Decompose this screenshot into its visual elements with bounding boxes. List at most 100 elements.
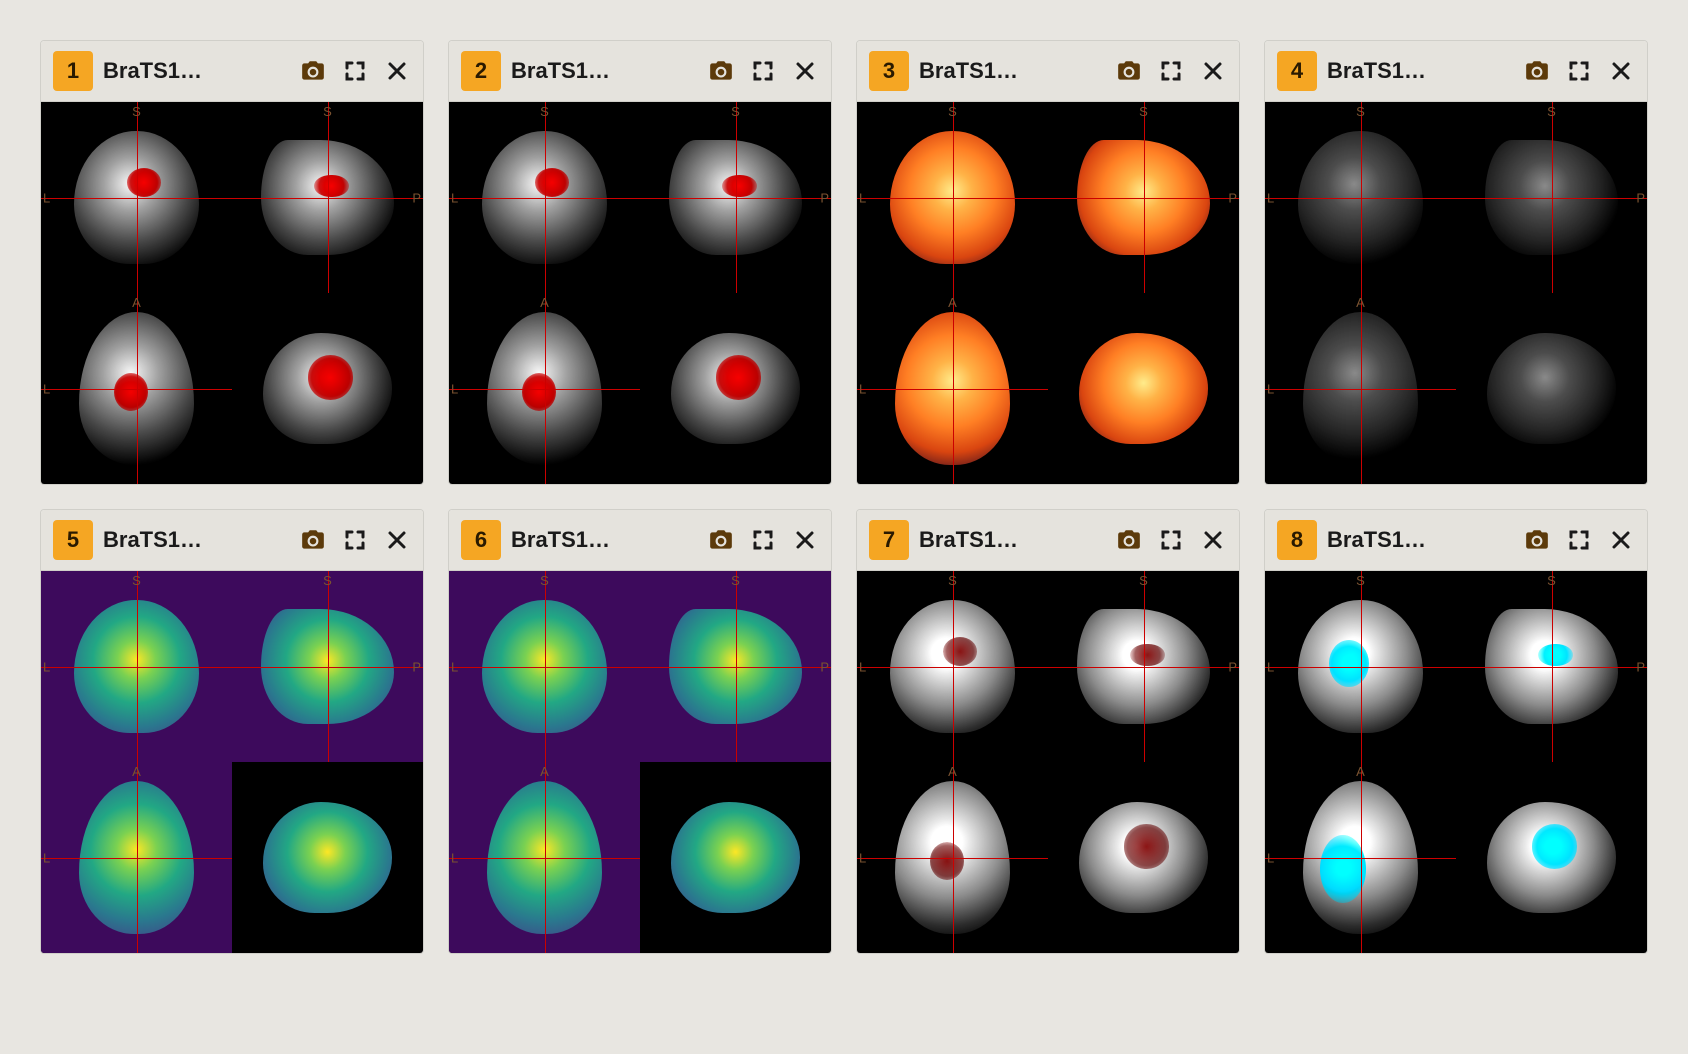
fullscreen-icon[interactable] [1157, 57, 1185, 85]
orientation-label-left: L [43, 190, 50, 205]
slice-sagittal[interactable]: SP [1456, 102, 1647, 293]
segmentation-overlay [314, 175, 349, 198]
brain-slice [487, 312, 602, 465]
panel-number-badge[interactable]: 8 [1277, 520, 1317, 560]
slice-axial[interactable]: AL [857, 293, 1048, 484]
orientation-label-left: L [859, 381, 866, 396]
camera-icon[interactable] [1523, 57, 1551, 85]
fullscreen-icon[interactable] [341, 526, 369, 554]
slice-coronal[interactable]: SL [857, 102, 1048, 293]
brain-slice [1298, 131, 1422, 265]
slice-render3d[interactable] [640, 293, 831, 484]
slice-render3d[interactable] [1456, 762, 1647, 953]
panel-actions [707, 57, 819, 85]
camera-icon[interactable] [1115, 526, 1143, 554]
brain-slice [1079, 802, 1209, 913]
slice-sagittal[interactable]: SP [1048, 102, 1239, 293]
slice-render3d[interactable] [1456, 293, 1647, 484]
panel-number-badge[interactable]: 2 [461, 51, 501, 91]
slice-coronal[interactable]: SL [1265, 571, 1456, 762]
slice-coronal[interactable]: SL [41, 571, 232, 762]
orientation-label-top: S [731, 104, 740, 119]
viewer-panel: 5BraTS1…SLSPAL [40, 509, 424, 954]
camera-icon[interactable] [707, 57, 735, 85]
close-icon[interactable] [1199, 57, 1227, 85]
slice-render3d[interactable] [232, 293, 423, 484]
orientation-label-right: P [1228, 659, 1237, 674]
slice-sagittal[interactable]: SP [1456, 571, 1647, 762]
panel-actions [1115, 57, 1227, 85]
panel-number-badge[interactable]: 6 [461, 520, 501, 560]
segmentation-overlay [1329, 640, 1369, 687]
brain-slice [74, 131, 198, 265]
panel-number-badge[interactable]: 5 [53, 520, 93, 560]
slice-coronal[interactable]: SL [449, 102, 640, 293]
panel-number-badge[interactable]: 7 [869, 520, 909, 560]
panel-actions [1523, 57, 1635, 85]
close-icon[interactable] [383, 57, 411, 85]
orientation-label-top: A [540, 295, 549, 310]
segmentation-overlay [1532, 824, 1577, 868]
close-icon[interactable] [1199, 526, 1227, 554]
slice-axial[interactable]: AL [1265, 762, 1456, 953]
slice-axial[interactable]: AL [1265, 293, 1456, 484]
panel-number-badge[interactable]: 3 [869, 51, 909, 91]
brain-slice [263, 802, 393, 913]
viewer-panel: 7BraTS1…SLSPAL [856, 509, 1240, 954]
slice-axial[interactable]: AL [41, 762, 232, 953]
segmentation-overlay [722, 175, 757, 198]
slice-render3d[interactable] [1048, 293, 1239, 484]
slice-axial[interactable]: AL [41, 293, 232, 484]
camera-icon[interactable] [707, 526, 735, 554]
camera-icon[interactable] [1523, 526, 1551, 554]
slice-render3d[interactable] [640, 762, 831, 953]
slice-coronal[interactable]: SL [1265, 102, 1456, 293]
fullscreen-icon[interactable] [341, 57, 369, 85]
close-icon[interactable] [1607, 57, 1635, 85]
brain-slice [79, 312, 194, 465]
panel-actions [299, 57, 411, 85]
fullscreen-icon[interactable] [1157, 526, 1185, 554]
orientation-label-left: L [1267, 850, 1274, 865]
panel-body: SLSPAL [857, 571, 1239, 953]
close-icon[interactable] [791, 57, 819, 85]
viewer-panel: 2BraTS1…SLSPAL [448, 40, 832, 485]
panel-body: SLSPAL [1265, 102, 1647, 484]
fullscreen-icon[interactable] [1565, 57, 1593, 85]
brain-slice [487, 781, 602, 934]
orientation-label-top: S [948, 104, 957, 119]
segmentation-overlay [1538, 644, 1573, 667]
fullscreen-icon[interactable] [749, 57, 777, 85]
fullscreen-icon[interactable] [749, 526, 777, 554]
fullscreen-icon[interactable] [1565, 526, 1593, 554]
camera-icon[interactable] [1115, 57, 1143, 85]
slice-render3d[interactable] [1048, 762, 1239, 953]
orientation-label-top: A [948, 295, 957, 310]
slice-sagittal[interactable]: SP [232, 102, 423, 293]
slice-coronal[interactable]: SL [41, 102, 232, 293]
brain-slice [1487, 333, 1617, 444]
viewer-panel: 3BraTS1…SLSPAL [856, 40, 1240, 485]
close-icon[interactable] [791, 526, 819, 554]
slice-axial[interactable]: AL [449, 762, 640, 953]
slice-sagittal[interactable]: SP [1048, 571, 1239, 762]
close-icon[interactable] [1607, 526, 1635, 554]
panel-number-badge[interactable]: 1 [53, 51, 93, 91]
orientation-label-left: L [43, 659, 50, 674]
slice-coronal[interactable]: SL [449, 571, 640, 762]
orientation-label-left: L [43, 850, 50, 865]
camera-icon[interactable] [299, 57, 327, 85]
brain-slice [263, 333, 393, 444]
slice-axial[interactable]: AL [449, 293, 640, 484]
panel-number-badge[interactable]: 4 [1277, 51, 1317, 91]
panel-header: 6BraTS1… [449, 510, 831, 571]
close-icon[interactable] [383, 526, 411, 554]
camera-icon[interactable] [299, 526, 327, 554]
slice-coronal[interactable]: SL [857, 571, 1048, 762]
slice-render3d[interactable] [232, 762, 423, 953]
slice-sagittal[interactable]: SP [640, 571, 831, 762]
slice-sagittal[interactable]: SP [232, 571, 423, 762]
slice-axial[interactable]: AL [857, 762, 1048, 953]
slice-sagittal[interactable]: SP [640, 102, 831, 293]
panel-header: 4BraTS1… [1265, 41, 1647, 102]
